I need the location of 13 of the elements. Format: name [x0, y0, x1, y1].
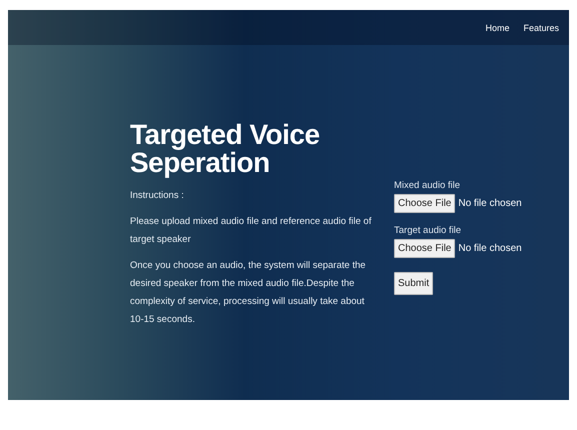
instruction-text: Please upload mixed audio file and reference audio file of target speaker [130, 215, 372, 247]
field-label: Mixed audio file [394, 180, 462, 191]
instruction-text: Once you choose an audio, the system will separate the desired speaker from the mixed audio file.Despite the complexity of service, processing will usually take about 10-15 seconds. [130, 259, 367, 327]
file-status: No file chosen [458, 198, 522, 209]
instructions-label: Instructions : [130, 189, 185, 203]
submit-button[interactable]: Submit [394, 272, 434, 295]
choose-file-button[interactable]: Choose File [394, 194, 456, 213]
choose-file-button[interactable]: Choose File [394, 239, 456, 258]
file-status: No file chosen [458, 243, 522, 254]
nav-link[interactable]: Home [485, 22, 510, 32]
page-title: Targeted Voice Seperation [130, 121, 321, 177]
nav-link[interactable]: Features [523, 22, 559, 32]
field-label: Target audio file [394, 225, 462, 236]
